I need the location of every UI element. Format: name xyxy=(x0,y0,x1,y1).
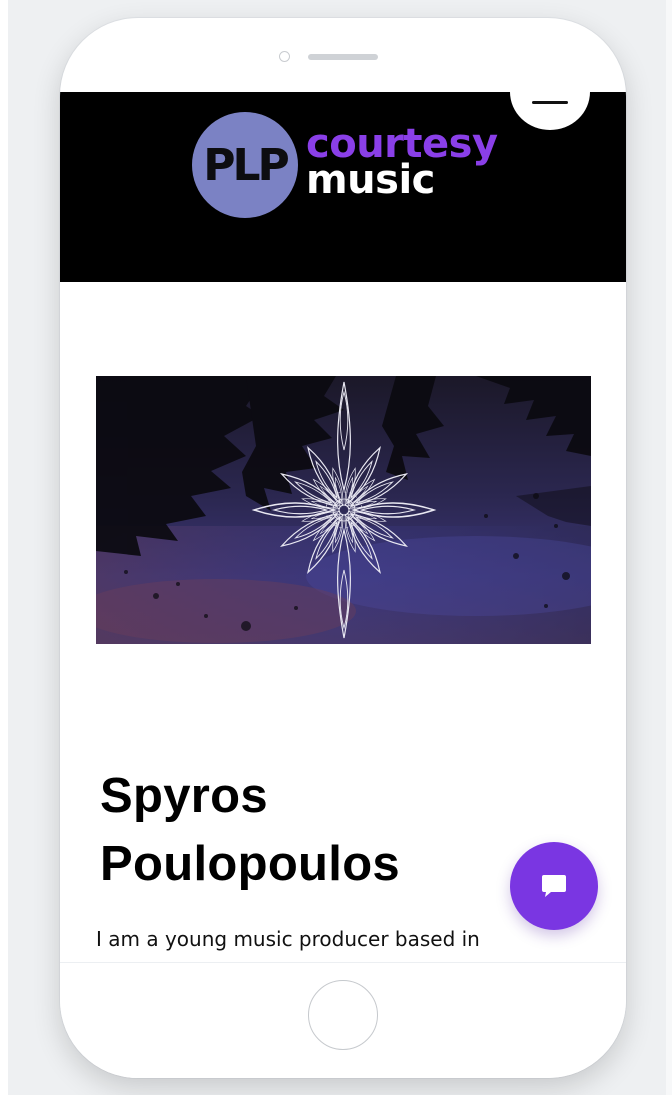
artist-bio-text: I am a young music producer based in xyxy=(96,927,480,951)
phone-screen: PLP courtesy music Spyros Poulopoulos I … xyxy=(60,92,626,962)
page-edge xyxy=(0,0,8,1095)
home-button[interactable] xyxy=(308,980,378,1050)
chat-bubble-icon xyxy=(542,875,566,897)
chat-button[interactable] xyxy=(510,842,598,930)
site-header: PLP courtesy music xyxy=(60,92,626,282)
menu-button[interactable] xyxy=(510,92,590,130)
page-edge-right xyxy=(666,0,672,1095)
hamburger-icon xyxy=(532,101,568,104)
logo-monogram: PLP xyxy=(203,139,290,191)
hero-image xyxy=(96,376,591,644)
camera-icon xyxy=(279,51,290,62)
mandala-artwork xyxy=(96,376,591,644)
artist-name-heading: Spyros Poulopoulos xyxy=(100,769,400,891)
brand-logo[interactable]: PLP courtesy music xyxy=(192,112,498,218)
logo-word-music: music xyxy=(306,157,435,203)
phone-frame: PLP courtesy music Spyros Poulopoulos I … xyxy=(60,18,626,1078)
speaker-grille xyxy=(308,54,378,60)
